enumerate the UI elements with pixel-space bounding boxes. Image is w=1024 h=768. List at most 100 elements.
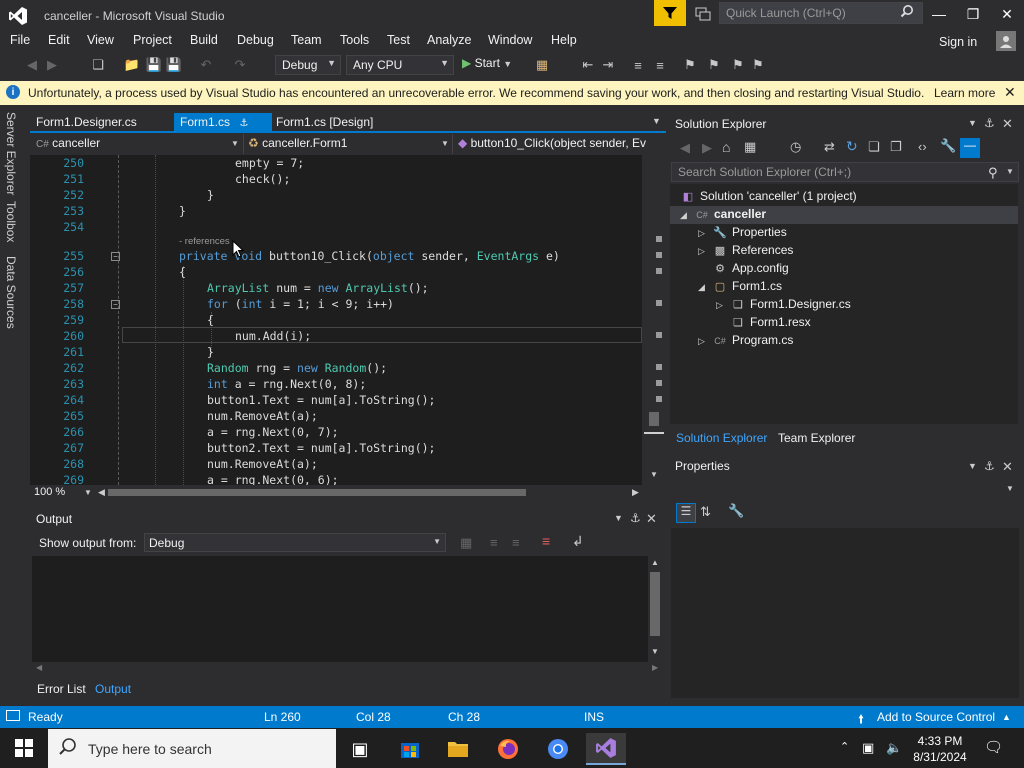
taskbar-clock[interactable]: 4:33 PM 8/31/2024 [900, 733, 980, 765]
firefox-icon[interactable] [488, 733, 528, 765]
add-to-source-control-button[interactable]: Add to Source Control [877, 710, 995, 724]
chevron-down-icon[interactable]: ▼ [1006, 484, 1014, 493]
menu-view[interactable]: View [87, 33, 114, 47]
forward-icon[interactable]: ▶ [702, 140, 712, 156]
next-bookmark-icon[interactable]: ⚑ [730, 57, 746, 73]
menu-debug[interactable]: Debug [237, 33, 274, 47]
user-avatar-icon[interactable] [996, 31, 1016, 51]
start-debugging-button[interactable]: ▶ Start ▼ [462, 56, 512, 70]
new-project-icon[interactable]: ❏ [90, 57, 106, 73]
menu-help[interactable]: Help [551, 33, 577, 47]
menu-file[interactable]: File [10, 33, 30, 47]
undo-icon[interactable]: ↶ [198, 57, 214, 73]
restore-button[interactable]: ❐ [958, 4, 988, 24]
properties-object-select[interactable] [671, 478, 1019, 498]
menu-team[interactable]: Team [291, 33, 322, 47]
zoom-level[interactable]: 100 % [34, 486, 65, 498]
output-scroll-thumb[interactable] [650, 572, 660, 636]
chevron-down-icon[interactable]: ▼ [1006, 167, 1014, 176]
editor-vertical-scrollbar[interactable] [642, 155, 666, 485]
close-button[interactable]: ✕ [992, 4, 1022, 24]
step-into-icon[interactable]: ⇤ [580, 57, 596, 73]
search-icon[interactable]: ⚲ [988, 165, 998, 181]
tab-overflow-icon[interactable]: ▼ [652, 116, 661, 126]
show-hidden-icons-icon[interactable]: ⌃ [840, 740, 849, 753]
sync-icon[interactable]: ⇄ [824, 139, 835, 155]
properties-wrench-icon[interactable]: 🔧 [940, 138, 956, 154]
view-code-icon[interactable]: ‹› [918, 139, 927, 154]
prev-bookmark-icon[interactable]: ⚑ [706, 57, 722, 73]
codelens-references[interactable]: - references [179, 236, 230, 247]
output-text-area[interactable] [32, 556, 648, 662]
menu-test[interactable]: Test [387, 33, 410, 47]
preview-selected-icon[interactable]: — [960, 138, 980, 158]
tab-form1-cs-design[interactable]: Form1.cs [Design] [270, 113, 379, 132]
pending-changes-icon[interactable]: ◷ [790, 139, 801, 155]
sign-in-link[interactable]: Sign in [939, 35, 977, 49]
window-position-icon[interactable]: ▼ [968, 461, 977, 471]
home-icon[interactable]: ⌂ [722, 139, 730, 155]
tab-form1-designer-cs[interactable]: Form1.Designer.cs [30, 113, 143, 132]
comment-icon[interactable]: ≡ [630, 57, 646, 73]
side-tab-toolbox[interactable]: Toolbox [4, 201, 18, 242]
categorized-icon[interactable]: ☰ [676, 503, 696, 523]
tree-node-references[interactable]: ▷ ▩ References [698, 243, 793, 257]
scroll-left-icon[interactable]: ◀ [98, 487, 105, 498]
chevron-up-icon[interactable]: ▲ [1002, 712, 1011, 722]
scroll-left-icon[interactable]: ◀ [36, 663, 42, 672]
word-wrap-icon[interactable]: ↲ [572, 533, 584, 550]
forward-icon[interactable]: ▶ [44, 57, 60, 73]
switch-views-icon[interactable]: ▦ [744, 139, 756, 155]
close-panel-icon[interactable]: ✕ [1002, 116, 1013, 132]
collapsed-icon[interactable]: ▷ [698, 228, 712, 239]
windows-start-icon[interactable] [0, 728, 48, 768]
tab-team-explorer[interactable]: Team Explorer [778, 431, 855, 445]
collapse-icon[interactable]: − [111, 300, 120, 309]
expanded-icon[interactable]: ◢ [698, 282, 712, 293]
uncomment-icon[interactable]: ≡ [652, 57, 668, 73]
solution-configuration-select[interactable]: Debug ▼ [275, 55, 341, 75]
scroll-right-icon[interactable]: ▶ [652, 663, 658, 672]
pin-icon[interactable]: ⚓ [239, 118, 248, 129]
save-icon[interactable]: 💾 [146, 57, 162, 73]
editor-scroll-thumb[interactable] [649, 412, 659, 426]
info-bar-close-icon[interactable]: ✕ [1004, 84, 1016, 101]
solution-explorer-search-input[interactable]: Search Solution Explorer (Ctrl+;) [671, 162, 1019, 182]
minimize-button[interactable]: — [924, 4, 954, 24]
menu-build[interactable]: Build [190, 33, 218, 47]
scroll-up-icon[interactable]: ▲ [651, 558, 659, 567]
next-message-icon[interactable]: ≡ [512, 535, 520, 550]
show-all-files-icon[interactable]: ❐ [890, 139, 902, 155]
window-position-icon[interactable]: ▼ [614, 513, 623, 523]
network-icon[interactable]: ▣ [862, 740, 874, 756]
tree-node-form1-resx[interactable]: ❏ Form1.resx [730, 315, 811, 329]
chrome-icon[interactable] [538, 733, 578, 765]
collapsed-icon[interactable]: ▷ [698, 246, 712, 257]
menu-analyze[interactable]: Analyze [427, 33, 471, 47]
close-panel-icon[interactable]: ✕ [646, 511, 657, 527]
close-panel-icon[interactable]: ✕ [1002, 459, 1013, 475]
microsoft-store-icon[interactable] [390, 733, 430, 765]
previous-message-icon[interactable]: ≡ [490, 535, 498, 550]
menu-tools[interactable]: Tools [340, 33, 369, 47]
tab-form1-cs[interactable]: Form1.cs ⚓ ✕ [174, 113, 272, 143]
pin-icon[interactable]: ⚓ [630, 511, 641, 525]
collapsed-icon[interactable]: ▷ [698, 336, 712, 347]
task-view-icon[interactable]: ▣ [340, 733, 380, 765]
alphabetical-icon[interactable]: ⇅ [700, 504, 711, 520]
refresh-icon[interactable]: ↻ [846, 138, 858, 155]
tab-error-list[interactable]: Error List [37, 682, 86, 696]
tab-solution-explorer[interactable]: Solution Explorer [676, 431, 767, 445]
scroll-down-icon[interactable]: ▼ [650, 470, 658, 479]
window-position-icon[interactable]: ▼ [968, 118, 977, 128]
scroll-down-icon[interactable]: ▼ [651, 647, 659, 656]
find-message-icon[interactable]: ▦ [460, 535, 472, 551]
search-icon[interactable] [900, 4, 914, 21]
menu-window[interactable]: Window [488, 33, 532, 47]
side-tab-server-explorer[interactable]: Server Explorer [4, 112, 18, 195]
clear-all-icon[interactable]: ≡ [542, 533, 550, 549]
solution-platform-select[interactable]: Any CPU ▼ [346, 55, 454, 75]
tree-node-solution[interactable]: ◧ Solution 'canceller' (1 project) [680, 189, 857, 203]
bookmark-icon[interactable]: ⚑ [682, 57, 698, 73]
pin-icon[interactable]: ⚓ [984, 459, 995, 473]
